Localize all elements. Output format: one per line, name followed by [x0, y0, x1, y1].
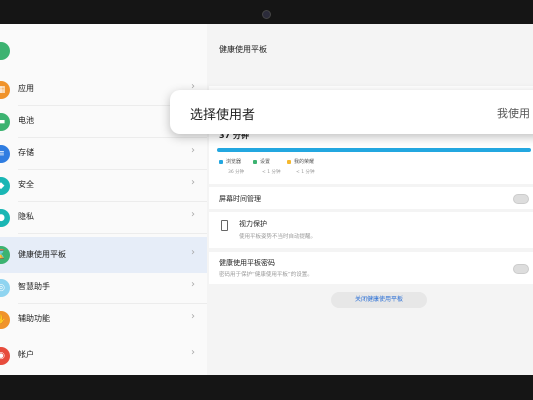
- chevron-right-icon: ›: [191, 311, 195, 322]
- accessibility-icon: ✋: [0, 311, 10, 329]
- legend-item: 我的荣耀: [287, 158, 314, 165]
- screen: ▪ 置 ▦ 应用 › ▬ 电池 ≡ 存储 › ◆ 安全 ›: [0, 24, 533, 375]
- chevron-right-icon: ›: [191, 279, 195, 290]
- settings-sidebar: 置 ▦ 应用 › ▬ 电池 ≡ 存储 › ◆ 安全 › ●: [0, 24, 208, 375]
- legend-dot: [219, 159, 223, 164]
- device-bezel-bottom: [0, 375, 533, 400]
- screen-time-label: 屏幕时间管理: [219, 195, 261, 203]
- camera-icon: [262, 10, 271, 19]
- security-icon: ◆: [0, 177, 10, 195]
- sidebar-item-health[interactable]: ⌛ 健康使用平板 ›: [0, 237, 207, 273]
- legend-dot: [287, 159, 291, 164]
- chevron-right-icon: ›: [191, 177, 195, 188]
- assistant-icon: ◎: [0, 279, 10, 297]
- divider: [18, 233, 207, 234]
- legend-sub: < 1 分钟: [296, 170, 315, 175]
- sidebar-item-label: 健康使用平板: [18, 250, 66, 259]
- choose-user-popup[interactable]: 选择使用者 我使用: [170, 90, 533, 134]
- usage-bar: [217, 148, 531, 152]
- screen-time-toggle[interactable]: [513, 194, 529, 204]
- chevron-right-icon: ›: [191, 145, 195, 156]
- legend-dot: [253, 159, 257, 164]
- sidebar-item-label: 安全: [18, 180, 34, 189]
- sidebar-item-label: 电池: [18, 116, 34, 125]
- sidebar-item-label: 应用: [18, 84, 34, 93]
- chevron-right-icon: ›: [191, 347, 195, 358]
- sidebar-item-privacy[interactable]: ● 隐私 ›: [0, 202, 207, 234]
- popup-option-me[interactable]: 我使用: [497, 105, 530, 121]
- password-desc: 密码用于保护“健康使用平板”的设置。: [219, 272, 313, 278]
- sidebar-item-accessibility[interactable]: ✋ 辅助功能 ›: [0, 304, 207, 336]
- popup-title: 选择使用者: [190, 108, 256, 123]
- eye-protection-desc: 使用平板姿势不当时自动提醒。: [239, 234, 317, 240]
- password-row[interactable]: 健康使用平板密码 密码用于保护“健康使用平板”的设置。: [209, 252, 533, 284]
- detail-pane: 健康使用平板 37 分钟 浏览器 36 分钟 设置 < 1 分钟 我的荣耀 < …: [207, 24, 533, 375]
- legend-sub: 36 分钟: [228, 170, 245, 175]
- close-health-button[interactable]: 关闭健康使用平板: [331, 292, 427, 308]
- page-title: 健康使用平板: [219, 45, 267, 54]
- eye-protection-row[interactable]: 视力保护 使用平板姿势不当时自动提醒。: [209, 212, 533, 248]
- eye-protection-title: 视力保护: [239, 220, 267, 228]
- sidebar-item-label: 智慧助手: [18, 282, 50, 291]
- sidebar-item-label: 存储: [18, 148, 34, 157]
- sidebar-item-security[interactable]: ◆ 安全 ›: [0, 170, 207, 202]
- phone-icon: [221, 220, 228, 231]
- chevron-right-icon: ›: [191, 209, 195, 220]
- account-icon: ◉: [0, 347, 10, 365]
- storage-icon: ≡: [0, 145, 10, 163]
- sidebar-item-assistant[interactable]: ◎ 智慧助手 ›: [0, 272, 207, 304]
- sidebar-item-label: 辅助功能: [18, 314, 50, 323]
- screen-time-row[interactable]: 屏幕时间管理: [209, 187, 533, 209]
- apps-icon: ▦: [0, 81, 10, 99]
- password-toggle[interactable]: [513, 264, 529, 274]
- sidebar-item-label: 帐户: [18, 350, 34, 359]
- battery-icon: ▬: [0, 113, 10, 131]
- legend-item: 浏览器: [219, 158, 241, 165]
- password-title: 健康使用平板密码: [219, 259, 275, 267]
- device-bezel-top: [0, 0, 533, 24]
- legend-sub: < 1 分钟: [262, 170, 281, 175]
- partial-icon: [0, 42, 10, 60]
- sidebar-item-storage[interactable]: ≡ 存储 ›: [0, 138, 207, 170]
- sidebar-item-account[interactable]: ◉ 帐户 ›: [0, 340, 207, 372]
- sidebar-item-partial: [0, 42, 207, 62]
- health-icon: ⌛: [0, 246, 10, 264]
- sidebar-item-label: 隐私: [18, 212, 34, 221]
- legend-item: 设置: [253, 158, 270, 165]
- privacy-icon: ●: [0, 209, 10, 227]
- chevron-right-icon: ›: [191, 247, 195, 258]
